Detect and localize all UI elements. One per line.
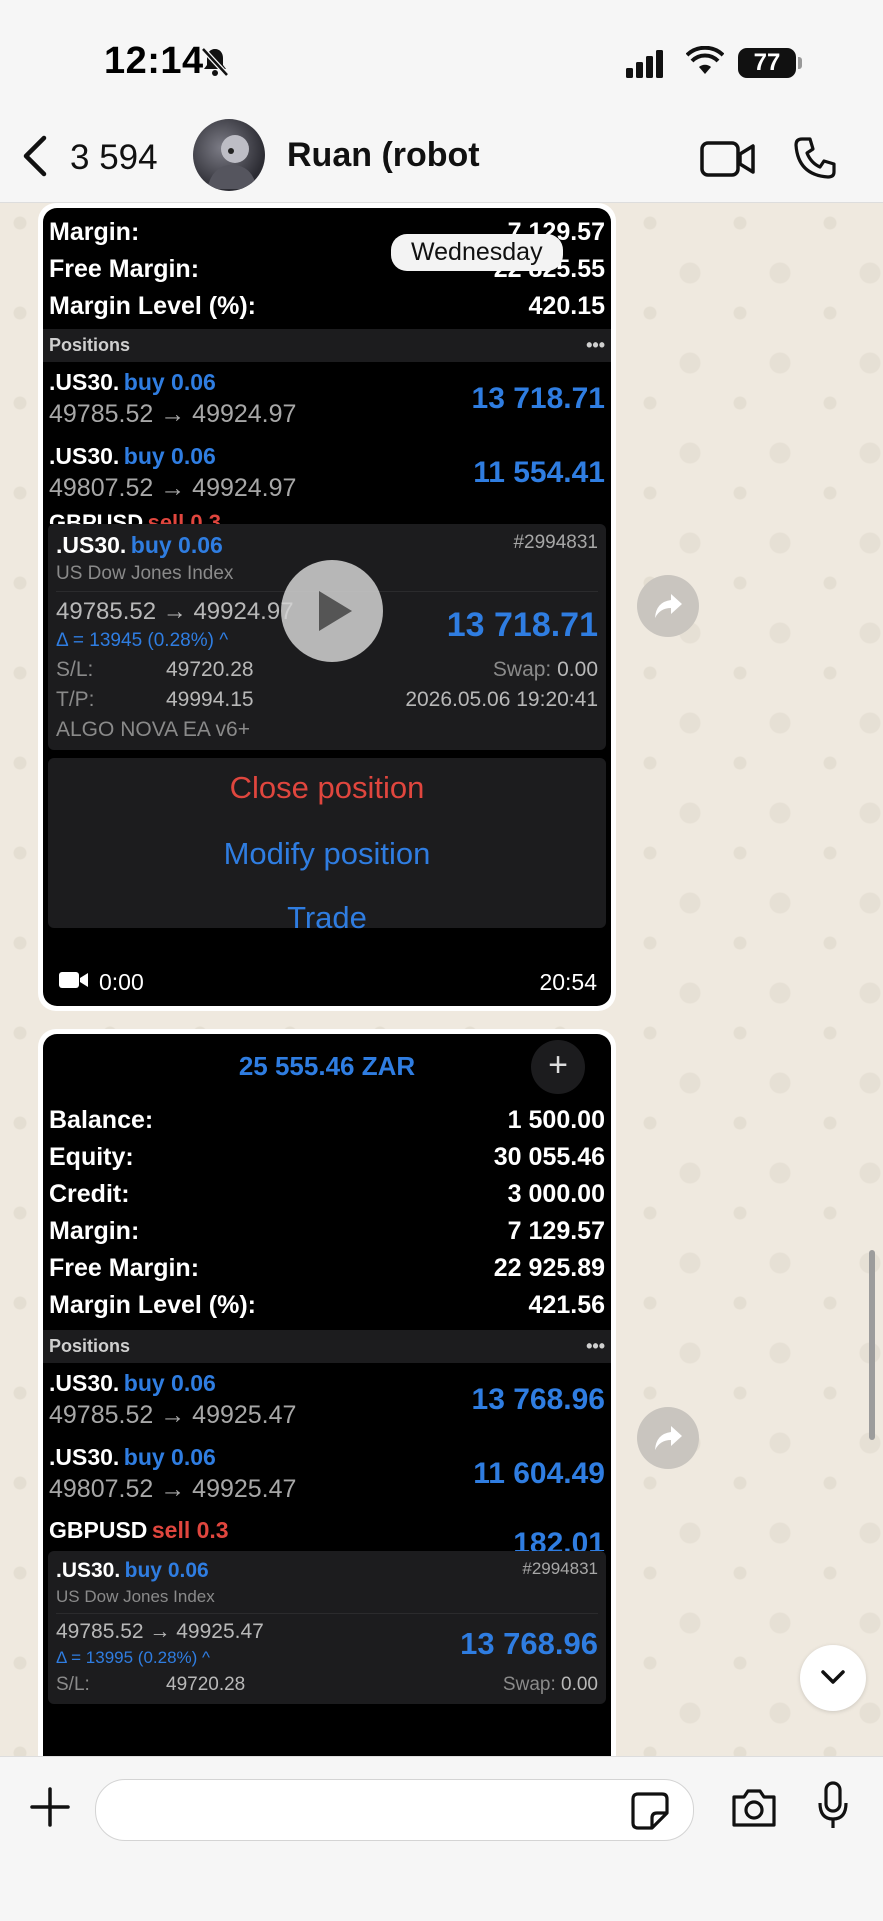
position-row: .US30. buy 0.06 49807.52 → 49924.97 11 55…: [49, 443, 605, 502]
account-row: Credit: 3 000.00: [49, 1180, 605, 1208]
forward-icon[interactable]: [637, 575, 699, 637]
plus-icon: +: [531, 1040, 585, 1094]
account-row: Margin Level (%): 421.56: [49, 1291, 605, 1319]
battery-indicator: 77: [738, 48, 796, 78]
video-position: 0:00: [59, 969, 144, 996]
scrollbar[interactable]: [869, 1250, 875, 1440]
play-button[interactable]: [281, 560, 383, 662]
contact-avatar[interactable]: [193, 119, 265, 191]
chat-area[interactable]: Margin:7 129.57 Free Margin:22 825.55 Ma…: [0, 203, 883, 1756]
trade-label: Trade: [287, 900, 367, 935]
screenshot-image[interactable]: 25 555.46 ZAR + Balance: 1 500.00 Equity:…: [43, 1034, 611, 1756]
positions-header: Positions •••: [43, 1330, 611, 1363]
video-thumbnail[interactable]: Margin:7 129.57 Free Margin:22 825.55 Ma…: [43, 208, 611, 1006]
position-row: .US30. buy 0.06 49807.52 → 49925.47 11 60…: [49, 1444, 605, 1503]
image-message[interactable]: 25 555.46 ZAR + Balance: 1 500.00 Equity:…: [38, 1029, 616, 1756]
position-row: .US30. buy 0.06 49785.52 → 49924.97 13 71…: [49, 369, 605, 428]
position-detail: .US30. buy 0.06 US Dow Jones Index #2994…: [48, 1551, 606, 1704]
back-chevron-icon[interactable]: [18, 134, 52, 183]
video-camera-icon: [59, 969, 89, 996]
account-row: Free Margin: 22 925.89: [49, 1254, 605, 1282]
status-time: 12:14: [104, 40, 204, 82]
status-bar: 12:14 77: [0, 0, 883, 120]
unread-count[interactable]: 3 594: [70, 138, 158, 178]
modify-position-label: Modify position: [223, 836, 431, 871]
video-message[interactable]: Margin:7 129.57 Free Margin:22 825.55 Ma…: [38, 203, 616, 1011]
account-row: Margin: 7 129.57: [49, 1217, 605, 1245]
close-position-label: Close position: [229, 770, 425, 805]
position-actions: Close position Modify position Trade: [48, 758, 606, 935]
video-call-icon[interactable]: [700, 140, 756, 183]
wifi-icon: [685, 45, 725, 81]
camera-icon[interactable]: [730, 1787, 778, 1834]
scroll-down-chevron-icon[interactable]: [800, 1645, 866, 1711]
battery-tip: [798, 57, 802, 69]
account-row: Balance: 1 500.00: [49, 1106, 605, 1134]
silent-bell-icon: [200, 46, 232, 78]
message-composer: [0, 1756, 883, 1921]
position-row-peek: GBPUSD sell 0.3: [49, 510, 221, 524]
forward-icon[interactable]: [637, 1407, 699, 1469]
voice-call-icon[interactable]: [793, 136, 837, 185]
account-row: Equity: 30 055.46: [49, 1143, 605, 1171]
microphone-icon[interactable]: [816, 1781, 850, 1836]
message-input[interactable]: [95, 1779, 694, 1841]
position-row: GBPUSD sell 0.3 182.01: [49, 1517, 605, 1551]
position-row: .US30. buy 0.06 49785.52 → 49925.47 13 76…: [49, 1370, 605, 1429]
positions-header: Positions •••: [43, 329, 611, 362]
chat-header: 3 594 Ruan (robot: [0, 110, 883, 203]
video-duration: 20:54: [539, 969, 597, 995]
plus-icon[interactable]: [28, 1785, 72, 1834]
balance-header: 25 555.46 ZAR: [238, 1050, 416, 1081]
account-row: Margin Level (%): 420.15: [49, 292, 605, 320]
date-chip: Wednesday: [391, 234, 563, 271]
cellular-signal-icon: [626, 50, 670, 83]
contact-name[interactable]: Ruan (robot: [287, 136, 480, 175]
sticker-icon[interactable]: [630, 1791, 670, 1836]
